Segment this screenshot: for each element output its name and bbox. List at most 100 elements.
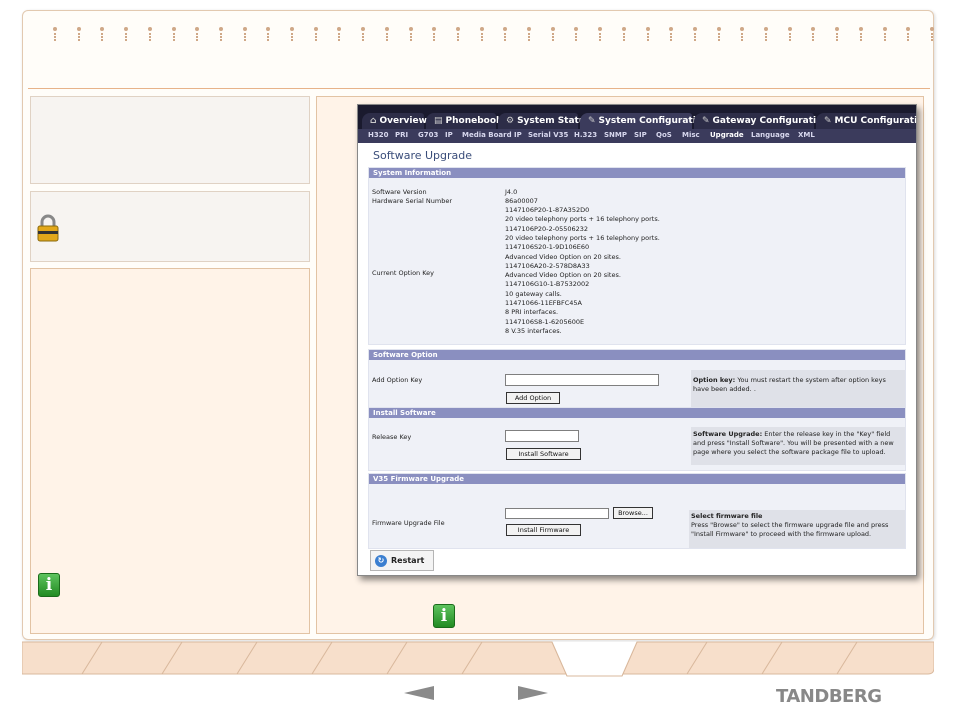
arrow-left-icon[interactable]: [404, 686, 434, 700]
option-key-line: 1147106P20-2-05506232: [505, 224, 589, 233]
binder-ring: [906, 27, 911, 41]
restart-button[interactable]: ↻ Restart: [370, 550, 434, 571]
binder-ring: [479, 27, 484, 41]
option-key-line: 8 PRI interfaces.: [505, 308, 559, 317]
binder-ring: [764, 27, 768, 41]
section-header: System Information: [369, 168, 905, 178]
tab-system-status[interactable]: ⚙ System Status: [498, 113, 591, 129]
binder-ring: [361, 27, 366, 41]
option-key-line: 1147106S20-1-9D106E60: [505, 243, 590, 252]
subtab-media-board-ip[interactable]: Media Board IP: [462, 131, 522, 139]
binder-ring: [147, 27, 152, 41]
hardware-serial-label: Hardware Serial Number: [372, 197, 453, 205]
subtab-sip[interactable]: SIP: [634, 131, 647, 139]
info-icon[interactable]: i: [433, 604, 455, 628]
tab-gateway-configuration[interactable]: ✎ Gateway Configuration: [694, 113, 829, 129]
add-option-button[interactable]: Add Option: [506, 392, 560, 404]
browse-button[interactable]: Browse...: [613, 507, 653, 519]
binder-rings: [53, 27, 953, 49]
subtab-h323[interactable]: H.323: [574, 131, 597, 139]
subtab-upgrade[interactable]: Upgrade: [710, 131, 744, 139]
info-icon[interactable]: i: [38, 573, 60, 597]
subtab-qos[interactable]: QoS: [656, 131, 672, 139]
v35-firmware-section: V35 Firmware Upgrade Firmware Upgrade Fi…: [368, 473, 906, 549]
tab-phonebook[interactable]: ▤ Phonebook: [426, 113, 502, 129]
install-software-button[interactable]: Install Software: [506, 448, 581, 460]
wrench-icon: ✎: [824, 116, 832, 126]
option-key-line: 1147106S8-1-6205600E: [505, 317, 585, 326]
add-option-key-label: Add Option Key: [372, 376, 423, 384]
book-icon: ▤: [434, 116, 443, 126]
subtab-pri[interactable]: PRI: [395, 131, 408, 139]
subtab-snmp[interactable]: SNMP: [604, 131, 627, 139]
binder-ring: [882, 27, 887, 41]
software-version-value: J4.0: [505, 188, 518, 196]
binder-ring: [313, 27, 318, 41]
binder-ring: [384, 27, 389, 41]
subtab-xml[interactable]: XML: [798, 131, 815, 139]
binder-ring: [811, 27, 816, 41]
gear-icon: ⚙: [506, 116, 515, 126]
section-header: Install Software: [369, 408, 905, 418]
binder-ring: [408, 27, 413, 41]
add-option-key-input[interactable]: [505, 374, 659, 386]
option-key-line: 11471066-11EFBFC45A: [505, 299, 583, 307]
binder-ring: [76, 27, 81, 41]
tab-mcu-configuration[interactable]: ✎MCU Configuration: [816, 113, 916, 129]
left-panel-notes: [30, 268, 310, 634]
release-key-label: Release Key: [372, 433, 412, 441]
binder-ring: [550, 27, 555, 41]
option-key-line: Advanced Video Option on 20 sites.: [505, 252, 621, 261]
option-key-line: 1147106P20-1-87A352D0: [505, 206, 590, 214]
tab-overview[interactable]: ⌂ Overview: [362, 113, 427, 129]
option-key-line: 1147106G10-1-B7532002: [505, 280, 590, 289]
page-title: Software Upgrade: [373, 149, 473, 162]
software-version-label: Software Version: [372, 188, 427, 196]
binder-ring: [432, 27, 437, 41]
tab-system-configuration[interactable]: ✎ System Configuration: [580, 113, 708, 129]
left-panel-lock: [30, 191, 310, 262]
subtab-misc[interactable]: Misc: [682, 131, 700, 139]
wrench-icon: ✎: [702, 116, 710, 126]
binder-ring: [598, 27, 603, 41]
lock-icon: [37, 214, 59, 242]
subtab-h320[interactable]: H320: [368, 131, 388, 139]
install-firmware-button[interactable]: Install Firmware: [506, 524, 581, 536]
binder-ring: [787, 27, 792, 41]
option-key-line: 20 video telephony ports + 16 telephony …: [505, 215, 660, 224]
binder-ring: [835, 27, 840, 41]
binder-ring: [53, 27, 57, 41]
web-interface-screenshot: ⌂ Overview ▤ Phonebook ⚙ System Status ✎ Sys…: [357, 104, 917, 576]
binder-ring: [621, 27, 626, 41]
binder-ring: [455, 27, 460, 41]
binder-ring: [858, 27, 863, 41]
hardware-serial-value: 86a00007: [505, 197, 538, 205]
release-key-input[interactable]: [505, 430, 579, 442]
header-divider: [28, 88, 930, 89]
binder-ring: [574, 27, 579, 41]
system-information-section: System Information Software Version J4.0…: [368, 167, 906, 345]
section-header: V35 Firmware Upgrade: [369, 474, 905, 484]
house-icon: ⌂: [370, 116, 377, 126]
restart-icon: ↻: [375, 555, 387, 567]
install-software-section: Install Software Release Key Install Sof…: [368, 407, 906, 471]
binder-ring: [218, 27, 223, 41]
binder-ring: [195, 27, 200, 41]
binder-ring: [337, 27, 342, 41]
subtab-serial-v35[interactable]: Serial V35: [528, 131, 568, 139]
option-key-line: 1147106A20-2-578D8A33: [505, 261, 590, 270]
binder-ring: [716, 27, 721, 41]
subtab-ip[interactable]: IP: [445, 131, 453, 139]
software-upgrade-note: Software Upgrade: Enter the release key …: [691, 427, 905, 465]
binder-ring: [740, 27, 745, 41]
binder-ring: [100, 27, 105, 41]
subtab-language[interactable]: Language: [751, 131, 790, 139]
section-header: Software Option: [369, 350, 905, 360]
arrow-right-icon[interactable]: [518, 686, 548, 700]
option-key-note: Option key: You must restart the system …: [691, 370, 905, 408]
subtab-g703[interactable]: G703: [418, 131, 438, 139]
firmware-file-input[interactable]: [505, 508, 609, 519]
binder-ring: [527, 27, 531, 41]
wrench-icon: ✎: [588, 116, 596, 126]
binder-ring: [503, 27, 508, 41]
